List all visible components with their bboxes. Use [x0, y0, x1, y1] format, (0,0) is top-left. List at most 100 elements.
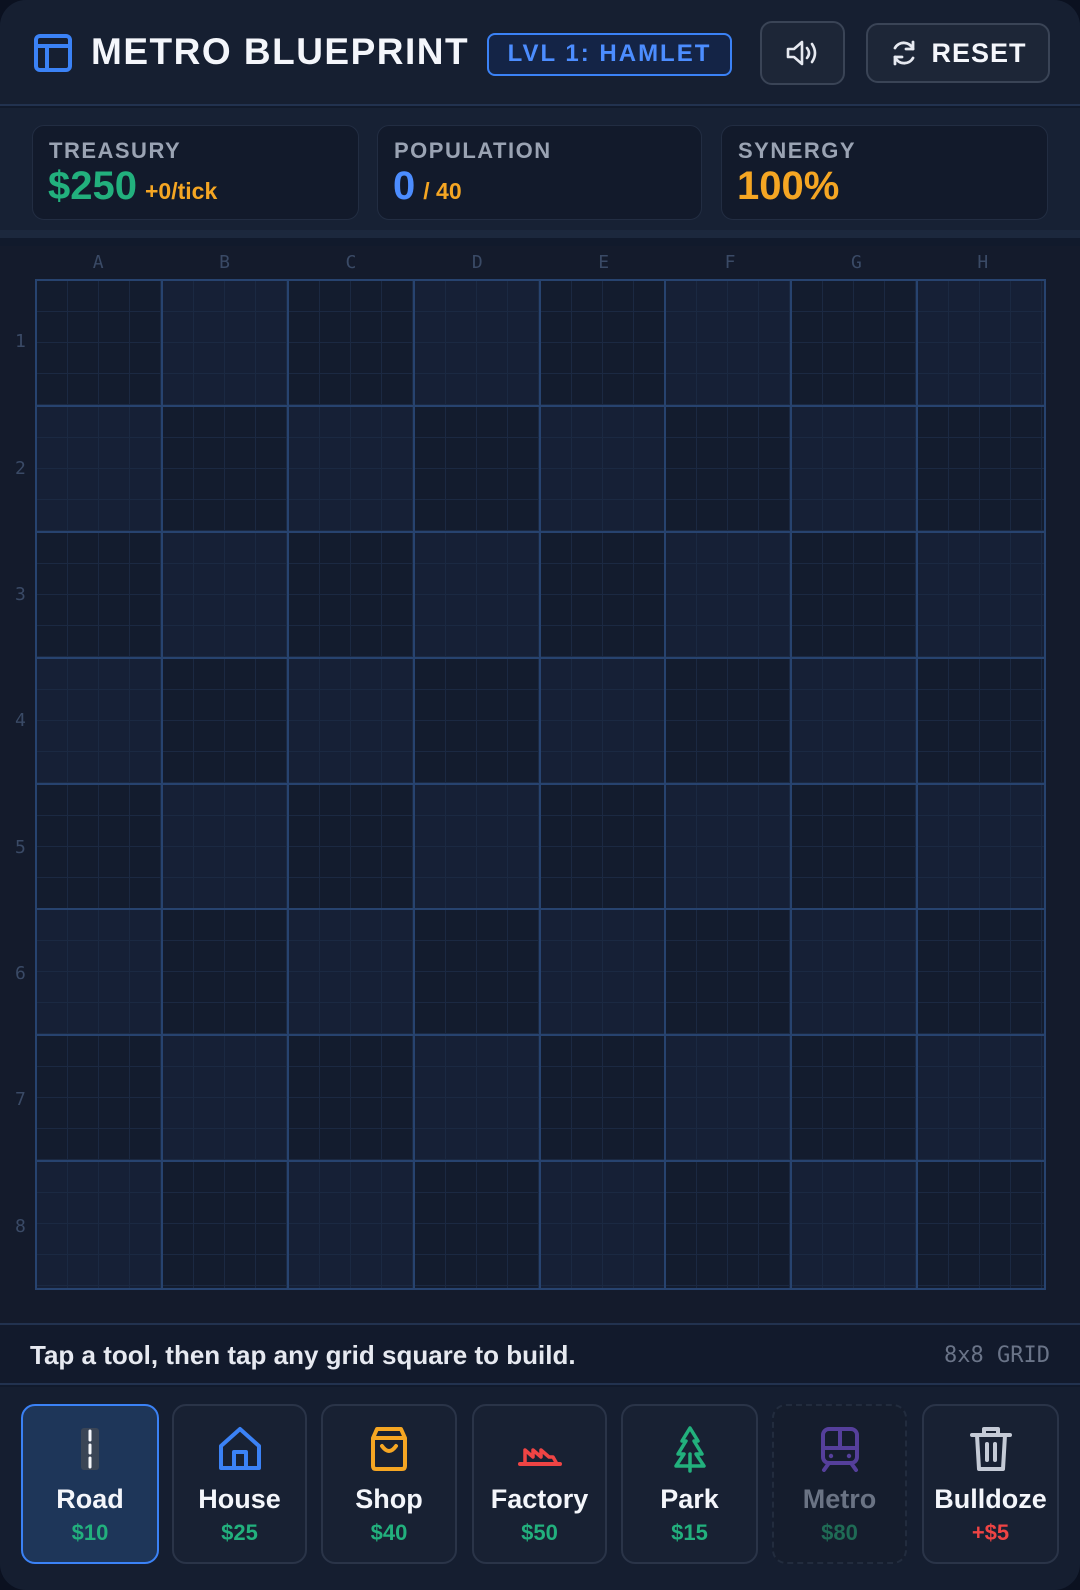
grid-cell[interactable]: [37, 910, 163, 1037]
grid-cell[interactable]: [288, 1162, 415, 1288]
grid-cell[interactable]: [288, 406, 415, 533]
grid-cell[interactable]: [414, 1036, 541, 1163]
grid-cell[interactable]: [37, 784, 163, 911]
grid-cell[interactable]: [792, 1036, 919, 1163]
grid-cell[interactable]: [918, 1036, 1044, 1163]
grid-cell[interactable]: [37, 1162, 163, 1288]
grid-cell[interactable]: [162, 658, 289, 785]
row-label: 4: [15, 710, 26, 732]
grid-cell[interactable]: [414, 784, 541, 911]
reset-button[interactable]: RESET: [866, 23, 1050, 83]
grid-cell[interactable]: [162, 1036, 289, 1163]
reset-label: RESET: [931, 37, 1027, 68]
grid-cell[interactable]: [288, 784, 415, 911]
grid-cell[interactable]: [162, 784, 289, 911]
column-label: D: [471, 252, 483, 273]
grid-cell[interactable]: [666, 1162, 793, 1288]
tool-name: House: [198, 1484, 281, 1514]
row-label: 2: [15, 457, 26, 479]
grid-cell[interactable]: [792, 784, 919, 911]
row-label: 8: [15, 1215, 26, 1237]
grid-cell[interactable]: [162, 406, 289, 533]
grid-cell[interactable]: [666, 532, 793, 659]
tree-icon: [673, 1426, 706, 1473]
grid-cell[interactable]: [162, 532, 289, 659]
grid-cell[interactable]: [37, 1036, 163, 1163]
factory-tool-button[interactable]: Factory $50: [472, 1404, 607, 1564]
grid-cell[interactable]: [540, 658, 667, 785]
grid-cell[interactable]: [666, 784, 793, 911]
metro-tool-button[interactable]: Metro $80: [772, 1404, 907, 1564]
grid-cell[interactable]: [918, 658, 1044, 785]
grid-cell[interactable]: [792, 910, 919, 1037]
population-value: 0: [393, 164, 416, 208]
grid-cell[interactable]: [540, 784, 667, 911]
refresh-icon: [894, 40, 915, 66]
grid-cell[interactable]: [918, 281, 1044, 407]
grid-cell[interactable]: [414, 658, 541, 785]
grid-cell[interactable]: [37, 532, 163, 659]
grid-cell[interactable]: [918, 784, 1044, 911]
grid-cell[interactable]: [288, 1036, 415, 1163]
grid-cell[interactable]: [666, 910, 793, 1037]
grid-cell[interactable]: [666, 406, 793, 533]
grid-cell[interactable]: [918, 910, 1044, 1037]
tool-cost: $80: [821, 1520, 858, 1545]
grid-cell[interactable]: [288, 281, 415, 407]
grid-cell[interactable]: [918, 406, 1044, 533]
grid-cell[interactable]: [414, 1162, 541, 1288]
grid-size-label: 8x8 GRID: [944, 1343, 1050, 1368]
tool-name: Park: [660, 1484, 719, 1514]
grid-cell[interactable]: [37, 406, 163, 533]
grid-cell[interactable]: [666, 281, 793, 407]
row-label: 7: [15, 1089, 26, 1111]
grid-cell[interactable]: [162, 1162, 289, 1288]
row-label: 6: [15, 963, 26, 985]
stats-panel: TREASURY $250 +0/tick POPULATION 0 / 40 SY…: [0, 108, 1080, 238]
grid-cell[interactable]: [792, 406, 919, 533]
grid-cell[interactable]: [540, 1162, 667, 1288]
synergy-value: 100%: [737, 164, 840, 208]
grid-cell[interactable]: [918, 1162, 1044, 1288]
tool-name: Factory: [490, 1484, 589, 1514]
grid-cell[interactable]: [792, 281, 919, 407]
grid-cell[interactable]: [540, 1036, 667, 1163]
grid-cell[interactable]: [540, 910, 667, 1037]
grid-cell[interactable]: [288, 910, 415, 1037]
grid-cell[interactable]: [414, 406, 541, 533]
bulldoze-tool-button[interactable]: Bulldoze +$5: [922, 1404, 1059, 1564]
park-tool-button[interactable]: Park $15: [621, 1404, 758, 1564]
grid-cell[interactable]: [792, 532, 919, 659]
tool-cost: $15: [671, 1520, 708, 1545]
grid-cell[interactable]: [288, 658, 415, 785]
grid-cell[interactable]: [540, 281, 667, 407]
synergy-label: SYNERGY: [738, 138, 857, 163]
grid-cell[interactable]: [288, 532, 415, 659]
grid-cell[interactable]: [666, 1036, 793, 1163]
column-label: G: [851, 252, 862, 273]
house-tool-button[interactable]: House $25: [172, 1404, 307, 1564]
population-card: POPULATION 0 / 40: [377, 125, 702, 220]
shop-tool-button[interactable]: Shop $40: [321, 1404, 457, 1564]
treasury-value: $250: [48, 164, 137, 208]
grid-cell[interactable]: [792, 1162, 919, 1288]
column-label: B: [219, 252, 230, 273]
grid-cell[interactable]: [162, 281, 289, 407]
grid-cell[interactable]: [162, 910, 289, 1037]
grid-cell[interactable]: [540, 532, 667, 659]
road-tool-button[interactable]: Road $10: [21, 1404, 159, 1564]
grid-cell[interactable]: [414, 910, 541, 1037]
grid-cell[interactable]: [792, 658, 919, 785]
sound-toggle-button[interactable]: [760, 21, 845, 85]
grid-cell[interactable]: [37, 658, 163, 785]
column-label: A: [92, 252, 104, 273]
grid-cell[interactable]: [37, 281, 163, 407]
grid-cell[interactable]: [666, 658, 793, 785]
grid-cell[interactable]: [540, 406, 667, 533]
grid-cell[interactable]: [414, 532, 541, 659]
factory-icon: [517, 1448, 562, 1466]
grid-cell[interactable]: [918, 532, 1044, 659]
tool-name: Metro: [802, 1484, 877, 1514]
trash-icon: [969, 1427, 1012, 1471]
grid-cell[interactable]: [414, 281, 541, 407]
